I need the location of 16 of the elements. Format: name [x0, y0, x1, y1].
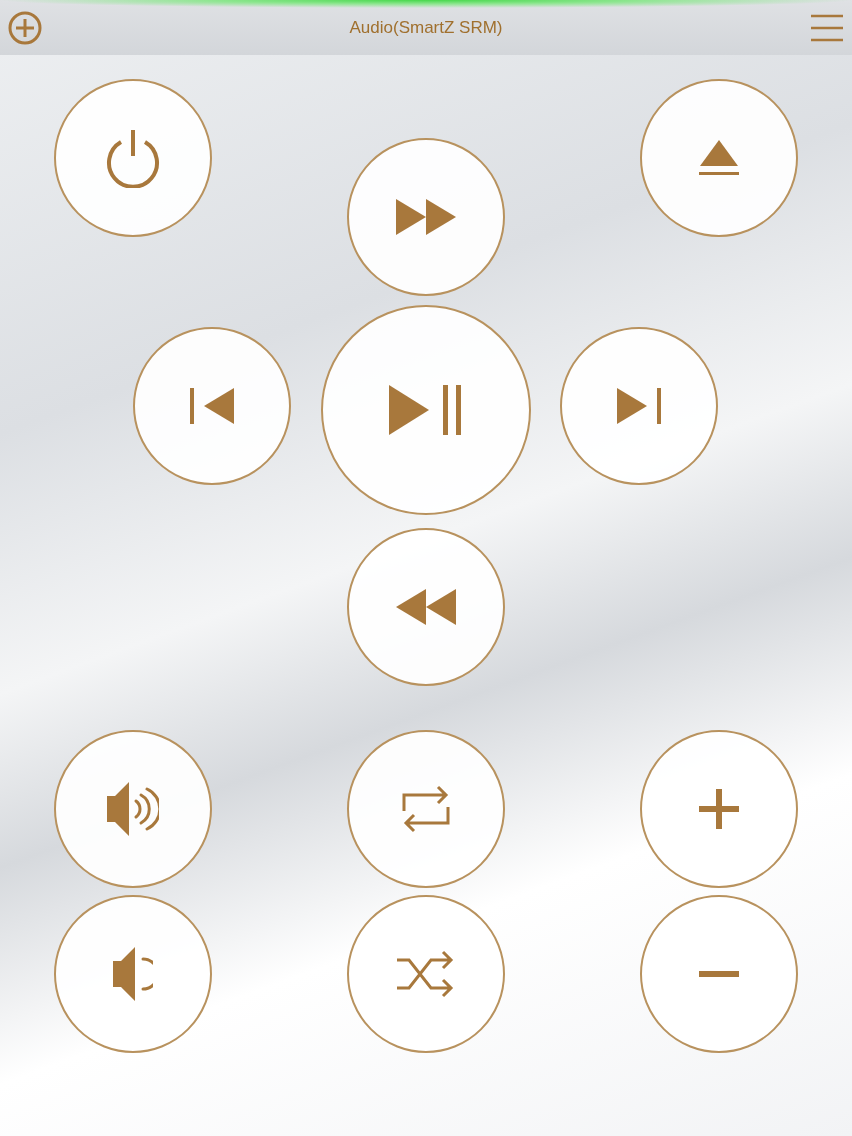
skip-previous-icon — [190, 388, 234, 424]
minus-icon — [699, 971, 739, 977]
speaker-quiet-icon — [113, 945, 153, 1003]
shuffle-icon — [397, 950, 455, 998]
eject-icon — [698, 138, 740, 178]
repeat-icon — [400, 785, 452, 833]
fast-forward-icon — [396, 199, 456, 235]
rewind-icon — [396, 589, 456, 625]
menu-button[interactable] — [810, 13, 844, 42]
power-icon — [105, 128, 161, 188]
speaker-loud-icon — [107, 780, 159, 838]
add-button[interactable] — [8, 10, 42, 45]
skip-next-icon — [617, 388, 661, 424]
header-title: Audio(SmartZ SRM) — [349, 17, 503, 38]
play-pause-icon — [389, 385, 463, 435]
plus-icon — [699, 789, 739, 829]
